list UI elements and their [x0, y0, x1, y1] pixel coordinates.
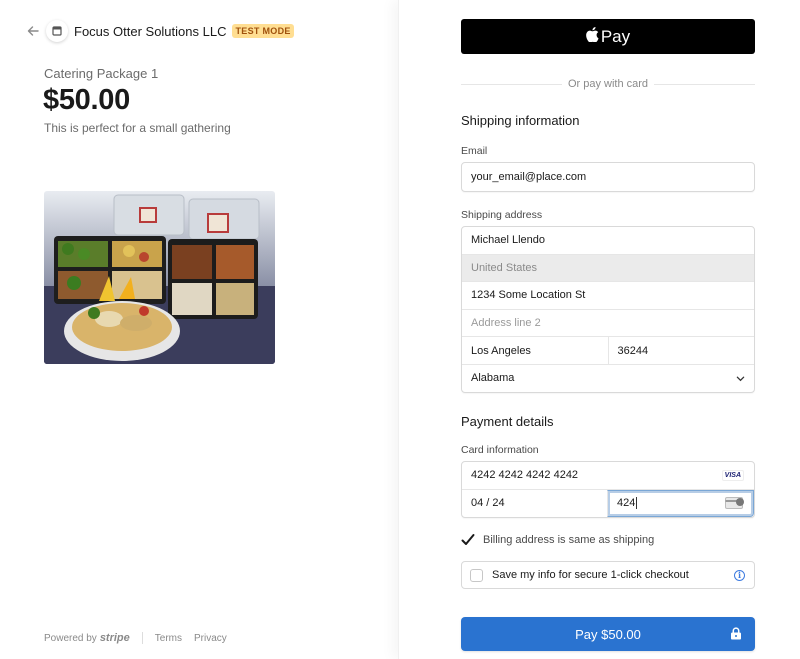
divider-label: Or pay with card — [561, 78, 655, 90]
shipping-address-label: Shipping address — [461, 209, 543, 221]
cvc-card-icon — [725, 497, 744, 510]
chevron-down-icon — [736, 376, 745, 381]
address-line1-field[interactable]: 1234 Some Location St — [462, 282, 754, 310]
checkout-form: Pay Or pay with card Shipping informatio… — [461, 19, 755, 651]
pay-button-label: Pay $50.00 — [575, 626, 641, 642]
billing-same-label: Billing address is same as shipping — [483, 534, 655, 546]
visa-icon: VISA — [721, 469, 744, 481]
product-price: $50.00 — [43, 84, 130, 116]
card-info-label: Card information — [461, 444, 539, 456]
store-icon — [46, 20, 68, 42]
save-info-checkbox[interactable] — [470, 568, 483, 582]
email-box: your_email@place.com — [461, 162, 755, 192]
expiry-field[interactable]: 04 / 24 — [462, 490, 607, 518]
pay-button[interactable]: Pay $50.00 — [461, 617, 755, 651]
or-pay-with-card-divider: Or pay with card — [461, 74, 755, 94]
payment-panel: Pay Or pay with card Shipping informatio… — [398, 0, 800, 659]
back-arrow-icon[interactable] — [26, 24, 40, 38]
footer-divider — [141, 632, 143, 644]
name-field[interactable]: Michael Llendo — [462, 227, 754, 255]
lock-icon — [731, 627, 741, 640]
card-number-field[interactable]: 4242 4242 4242 4242 VISA — [462, 462, 754, 490]
checkmark-icon[interactable] — [461, 533, 475, 547]
product-name: Catering Package 1 — [44, 66, 159, 81]
state-value: Alabama — [471, 372, 515, 385]
email-label: Email — [461, 145, 488, 157]
cvc-field[interactable]: 424 — [607, 489, 754, 517]
state-select[interactable]: Alabama — [462, 365, 754, 393]
city-field[interactable]: Los Angeles — [462, 337, 608, 365]
merchant-name: Focus Otter Solutions LLC — [74, 23, 227, 39]
footer: Powered by stripe Terms Privacy — [44, 632, 239, 644]
card-number-value: 4242 4242 4242 4242 — [471, 469, 579, 482]
apple-pay-button[interactable]: Pay — [461, 19, 755, 54]
privacy-link[interactable]: Privacy — [194, 633, 227, 644]
powered-by-label: Powered by — [44, 632, 97, 644]
payment-section-title: Payment details — [461, 414, 554, 429]
product-image — [44, 191, 275, 364]
product-description: This is perfect for a small gathering — [44, 121, 231, 135]
email-field[interactable]: your_email@place.com — [462, 163, 754, 191]
test-mode-badge: TEST MODE — [232, 24, 294, 38]
shipping-section-title: Shipping information — [461, 113, 580, 128]
apple-pay-label: Pay — [600, 26, 631, 46]
apple-logo-icon — [585, 27, 599, 46]
save-info-box[interactable]: Save my info for secure 1-click checkout… — [461, 561, 755, 589]
expiry-cvc-row: 04 / 24 424 — [462, 489, 754, 518]
billing-same-row[interactable]: Billing address is same as shipping — [461, 533, 755, 547]
city-zip-row: Los Angeles 36244 — [462, 337, 754, 365]
order-summary-panel: Focus Otter Solutions LLC TEST MODE Cate… — [0, 0, 398, 659]
cvc-value: 424 — [617, 497, 636, 510]
terms-link[interactable]: Terms — [155, 633, 182, 644]
save-info-label: Save my info for secure 1-click checkout — [492, 569, 689, 581]
address-line2-field[interactable]: Address line 2 — [462, 310, 754, 337]
merchant-header: Focus Otter Solutions LLC TEST MODE — [26, 19, 294, 43]
zip-field[interactable]: 36244 — [607, 337, 755, 365]
country-field[interactable]: United States — [462, 254, 754, 282]
info-icon[interactable]: i — [734, 569, 745, 581]
shipping-address-box: Michael Llendo United States 1234 Some L… — [461, 226, 755, 393]
stripe-logo[interactable]: stripe — [100, 632, 130, 644]
card-box: 4242 4242 4242 4242 VISA 04 / 24 424 — [461, 461, 755, 518]
